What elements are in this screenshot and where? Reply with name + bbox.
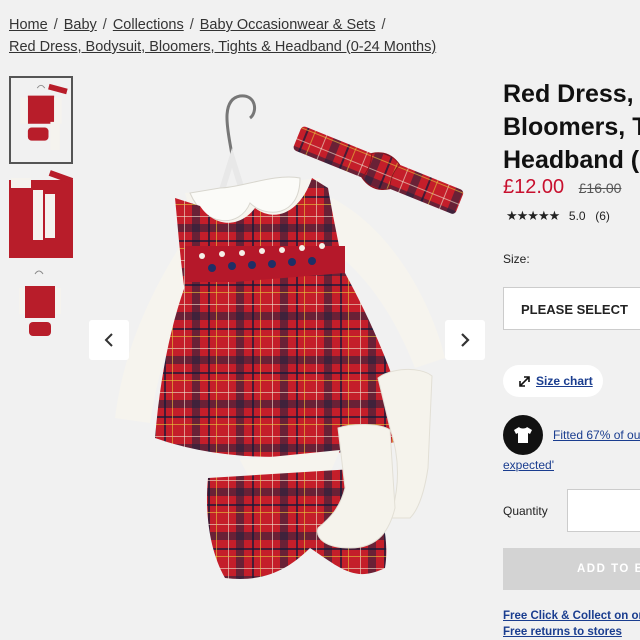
product-main-image xyxy=(115,94,464,579)
size-select-placeholder: PLEASE SELECT xyxy=(521,302,628,317)
quantity-input[interactable] xyxy=(567,489,640,532)
breadcrumb-current-product[interactable]: Red Dress, Bodysuit, Bloomers, Tights & … xyxy=(9,39,436,55)
add-to-bag-button[interactable]: ADD TO BA xyxy=(503,548,640,590)
star-rating-icon: ★★★★★ xyxy=(506,208,560,223)
free-returns-link[interactable]: Free returns to stores xyxy=(503,626,622,638)
rating-score: 5.0 xyxy=(568,209,586,223)
prev-image-button[interactable] xyxy=(89,320,129,360)
click-collect-link[interactable]: Free Click & Collect on ord xyxy=(503,610,640,622)
outfit-thumbnail-image xyxy=(20,83,68,150)
rating[interactable]: ★★★★★ 5.0 (6) xyxy=(506,208,610,224)
breadcrumb-collections[interactable]: Collections xyxy=(113,17,184,33)
original-price: £16.00 xyxy=(578,180,622,196)
fit-info-link[interactable]: Fitted 67% of ou xyxy=(553,428,640,442)
resize-arrow-icon xyxy=(519,375,530,387)
price-row: £12.00 £16.00 xyxy=(503,176,621,199)
size-select[interactable]: PLEASE SELECT xyxy=(503,287,640,330)
size-chart-button[interactable]: Size chart xyxy=(503,365,603,397)
chevron-right-icon xyxy=(461,333,470,347)
breadcrumb-home[interactable]: Home xyxy=(9,17,48,33)
breadcrumb-separator: / xyxy=(53,17,58,33)
breadcrumb-occasionwear[interactable]: Baby Occasionwear & Sets xyxy=(200,17,376,33)
thumbnail-2[interactable] xyxy=(9,170,73,258)
review-count: (6) xyxy=(595,209,610,223)
breadcrumb: Home / Baby / Collections / Baby Occasionwear … xyxy=(9,14,629,58)
quantity-label: Quantity xyxy=(503,504,548,518)
size-chart-label: Size chart xyxy=(536,374,593,388)
product-title-line: Headband ( xyxy=(503,146,640,174)
current-price: £12.00 xyxy=(503,176,565,198)
breadcrumb-separator: / xyxy=(102,17,107,33)
fit-info-link-cont[interactable]: expected' xyxy=(503,458,554,472)
product-title: Red Dress, B Bloomers, T Headband ( xyxy=(503,78,640,177)
thumbnail-3[interactable] xyxy=(9,264,73,352)
chevron-left-icon xyxy=(104,333,113,347)
outfit-thumbnail-image xyxy=(19,270,61,336)
size-label: Size: xyxy=(503,252,530,266)
next-image-button[interactable] xyxy=(445,320,485,360)
breadcrumb-separator: / xyxy=(381,17,386,33)
thumbnail-1[interactable] xyxy=(9,76,73,164)
outfit-thumbnail-image xyxy=(9,170,73,258)
product-title-line: Red Dress, B xyxy=(503,80,640,108)
breadcrumb-baby[interactable]: Baby xyxy=(64,17,97,33)
shirt-icon xyxy=(514,427,532,443)
breadcrumb-separator: / xyxy=(189,17,194,33)
fit-badge xyxy=(503,415,543,455)
product-title-line: Bloomers, T xyxy=(503,113,640,141)
